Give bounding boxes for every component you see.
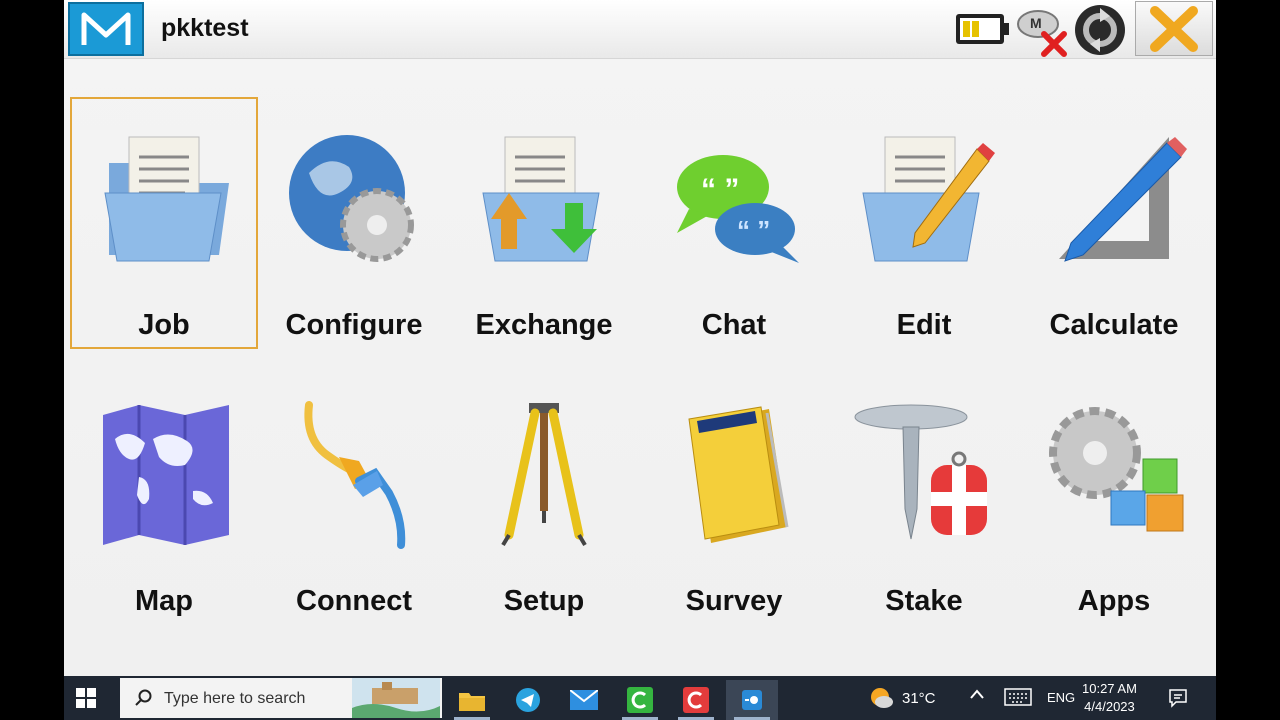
taskbar-mail-icon[interactable] (558, 680, 610, 720)
keyboard-icon[interactable] (1004, 688, 1032, 709)
menu-item-label: Exchange (475, 309, 613, 341)
language-indicator[interactable]: ENG (1047, 690, 1075, 705)
svg-text:“ ”: “ ” (737, 215, 770, 245)
menu-item-chat[interactable]: “ ” “ ” Chat (640, 97, 828, 349)
menu-item-label: Calculate (1049, 309, 1179, 341)
menu-item-connect[interactable]: Connect (260, 397, 448, 649)
svg-text:“ ”: “ ” (701, 173, 739, 206)
weather-partly-sunny-icon (871, 688, 893, 708)
tripod-icon (501, 403, 587, 547)
menu-item-setup[interactable]: Setup (450, 397, 638, 649)
menu-item-calculate[interactable]: Calculate (1020, 97, 1208, 349)
battery-icon[interactable] (954, 10, 1012, 53)
pencil-square-icon (1059, 137, 1187, 262)
menu-item-map[interactable]: Map (70, 397, 258, 649)
cable-icon (304, 401, 406, 549)
menu-item-edit[interactable]: Edit (830, 97, 1018, 349)
clock-date: 4/4/2023 (1084, 699, 1135, 714)
job-folder-icon (104, 136, 229, 262)
svg-text:M: M (1030, 15, 1042, 31)
menu-item-job[interactable]: Job (70, 97, 258, 349)
menu-item-label: Chat (701, 309, 767, 341)
globe-gear-icon (289, 135, 414, 262)
exchange-folder-icon (482, 136, 600, 262)
chat-bubbles-icon: “ ” “ ” (677, 155, 799, 263)
taskbar-active-app-icon[interactable] (726, 680, 778, 720)
taskbar-telegram-icon[interactable] (502, 680, 554, 720)
app-window: pkktest M Job Configure Exchange “ ” “ ”… (64, 0, 1216, 676)
refresh-icon[interactable] (1072, 2, 1128, 63)
notification-icon[interactable] (1168, 688, 1188, 711)
search-placeholder: Type here to search (164, 690, 306, 707)
close-icon (1150, 5, 1198, 52)
sync-disconnected-icon[interactable]: M (1012, 4, 1072, 63)
chevron-up-icon[interactable] (969, 688, 985, 703)
taskbar-search-box[interactable]: Type here to search (120, 678, 442, 718)
system-clock[interactable]: 10:27 AM 4/4/2023 (1082, 680, 1137, 716)
window-title: pkktest (161, 14, 249, 42)
app-logo-icon[interactable] (68, 2, 144, 56)
search-highlight-illustration-icon (352, 678, 440, 718)
menu-item-stake[interactable]: Stake (830, 397, 1018, 649)
taskbar-file-explorer-icon[interactable] (446, 680, 498, 720)
menu-item-configure[interactable]: Configure (260, 97, 448, 349)
menu-item-label: Survey (685, 585, 783, 617)
weather-temperature: 31°C (902, 689, 936, 707)
taskbar-camtasia-red-icon[interactable] (670, 680, 722, 720)
menu-item-label: Map (135, 585, 193, 617)
menu-item-label: Edit (896, 309, 952, 341)
menu-item-survey[interactable]: Survey (640, 397, 828, 649)
world-map-icon (103, 405, 229, 545)
close-button[interactable] (1135, 1, 1213, 56)
notebook-icon (688, 406, 789, 543)
menu-item-label: Stake (885, 585, 963, 617)
menu-item-label: Job (138, 309, 190, 341)
gear-blocks-icon (1049, 407, 1184, 532)
taskbar: Type here to search 31°C ENG 10:27 AM 4/… (64, 676, 1216, 720)
menu-item-apps[interactable]: Apps (1020, 397, 1208, 649)
menu-item-label: Configure (285, 309, 423, 341)
title-bar: pkktest M (64, 0, 1216, 59)
stake-icon (854, 404, 987, 540)
windows-start-icon[interactable] (76, 688, 96, 713)
menu-item-label: Connect (296, 585, 412, 617)
edit-folder-pencil-icon (862, 136, 995, 262)
weather-widget[interactable]: 31°C (868, 686, 936, 710)
search-icon (135, 689, 152, 706)
menu-item-label: Apps (1077, 585, 1151, 617)
menu-item-exchange[interactable]: Exchange (450, 97, 638, 349)
menu-item-label: Setup (503, 585, 585, 617)
taskbar-camtasia-green-icon[interactable] (614, 680, 666, 720)
clock-time: 10:27 AM (1082, 681, 1137, 696)
